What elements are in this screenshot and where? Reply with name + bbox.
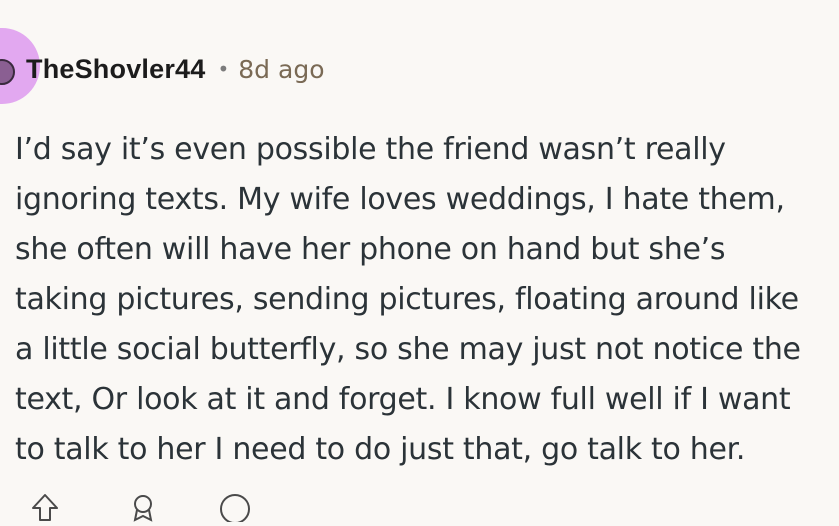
comment-line: she often will have her phone on hand bu… <box>15 232 726 267</box>
comment-line: text, Or look at it and forget. I know f… <box>15 382 791 417</box>
meta-separator: • <box>217 57 230 81</box>
comment-timestamp[interactable]: 8d ago <box>238 55 324 84</box>
comment-body: I’d say it’s even possible the friend wa… <box>15 125 835 475</box>
reply-bubble-icon[interactable] <box>218 492 252 526</box>
comment-line: taking pictures, sending pictures, float… <box>15 282 799 317</box>
author-name[interactable]: TheShovler44 <box>26 54 205 85</box>
upvote-arrow-icon[interactable] <box>30 492 60 526</box>
comment-line: ignoring texts. My wife loves weddings, … <box>15 182 785 217</box>
comment-line: I’d say it’s even possible the friend wa… <box>15 132 726 167</box>
award-icon[interactable] <box>128 492 158 526</box>
comment-line: to talk to her I need to do just that, g… <box>15 432 746 467</box>
comment-line: a little social butterfly, so she may ju… <box>15 332 801 367</box>
comment-header: TheShovler44 • 8d ago <box>26 49 325 89</box>
